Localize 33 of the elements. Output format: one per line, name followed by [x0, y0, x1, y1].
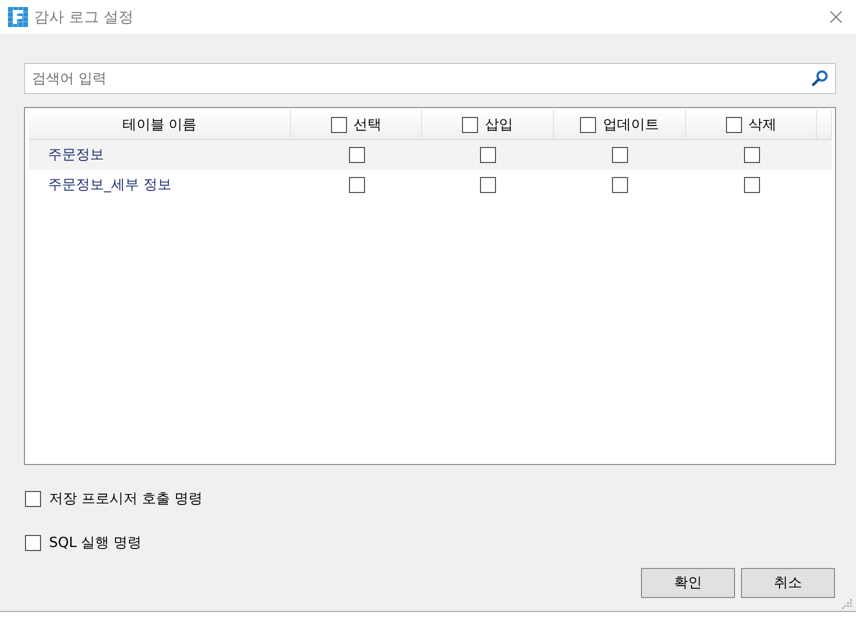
app-icon — [8, 7, 28, 27]
checkbox[interactable] — [348, 147, 364, 163]
checkbox[interactable] — [25, 491, 41, 507]
checkbox[interactable] — [480, 147, 496, 163]
checkbox[interactable] — [744, 177, 760, 193]
option-label: 저장 프로시저 호출 명령 — [49, 490, 202, 508]
dialog-button[interactable]: 취소 — [741, 568, 835, 598]
checkbox[interactable] — [348, 177, 364, 193]
resize-grip-icon[interactable] — [842, 599, 852, 609]
window-title: 감사 로그 설정 — [34, 8, 134, 26]
search-icon[interactable] — [812, 70, 828, 86]
search-field[interactable]: 검색어 입력 — [24, 63, 836, 94]
column-header: 삭제 — [748, 116, 776, 134]
checkbox[interactable] — [726, 116, 742, 132]
dialog-button[interactable]: 확인 — [641, 568, 735, 598]
table-cell: 주문정보 — [48, 146, 104, 164]
column-header: 삽입 — [485, 116, 513, 134]
checkbox[interactable] — [462, 116, 478, 132]
table-cell: 주문정보_세부 정보 — [48, 176, 172, 194]
checkbox[interactable] — [25, 535, 41, 551]
checkbox[interactable] — [612, 147, 628, 163]
checkbox[interactable] — [330, 116, 346, 132]
checkbox[interactable] — [580, 116, 596, 132]
column-header: 업데이트 — [603, 116, 659, 134]
checkbox[interactable] — [744, 147, 760, 163]
table-row[interactable]: 주문정보 — [29, 140, 832, 170]
checkbox[interactable] — [480, 177, 496, 193]
column-header: 선택 — [354, 116, 382, 134]
close-icon — [830, 11, 842, 23]
close-button[interactable] — [830, 11, 842, 23]
option-label: SQL 실행 명령 — [49, 534, 142, 552]
column-header: 테이블 이름 — [122, 116, 197, 134]
checkbox[interactable] — [612, 177, 628, 193]
